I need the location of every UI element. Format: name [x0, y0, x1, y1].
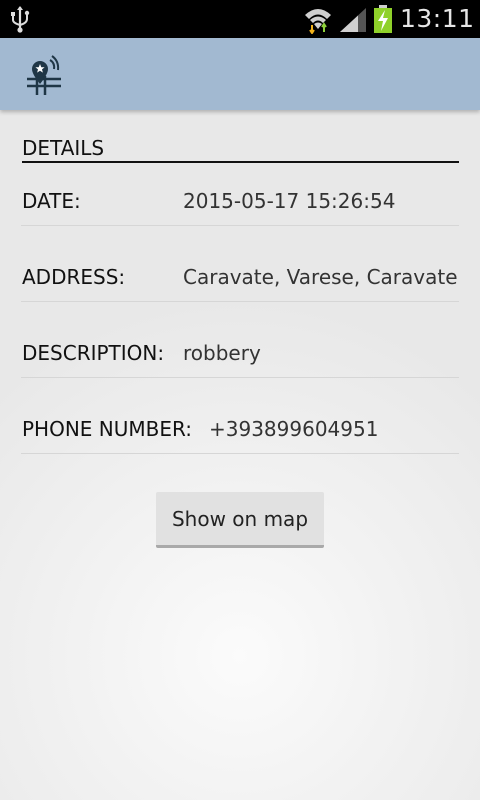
date-value: 2015-05-17 15:26:54	[183, 189, 396, 213]
detail-row-address: ADDRESS: Caravate, Varese, Caravate	[21, 258, 459, 302]
address-value: Caravate, Varese, Caravate	[183, 265, 458, 289]
phone-number-label: PHONE NUMBER:	[22, 417, 193, 441]
signal-icon	[340, 8, 366, 32]
usb-icon	[11, 6, 30, 33]
battery-charging-icon	[374, 5, 392, 33]
detail-row-phone: PHONE NUMBER: +393899604951	[21, 410, 459, 454]
detail-row-date: DATE: 2015-05-17 15:26:54	[21, 182, 459, 226]
date-label: DATE:	[22, 189, 81, 213]
wifi-icon	[305, 9, 331, 34]
details-section-title: DETAILS	[22, 134, 459, 163]
status-bar: 13:11	[0, 0, 480, 38]
description-label: DESCRIPTION:	[22, 341, 165, 365]
show-on-map-button[interactable]: Show on map	[156, 492, 324, 548]
action-bar	[0, 38, 480, 110]
address-label: ADDRESS:	[22, 265, 126, 289]
app-logo-icon[interactable]	[24, 54, 64, 96]
status-time: 13:11	[400, 4, 475, 33]
phone-number-value: +393899604951	[209, 417, 379, 441]
description-value: robbery	[183, 341, 261, 365]
detail-row-description: DESCRIPTION: robbery	[21, 334, 459, 378]
